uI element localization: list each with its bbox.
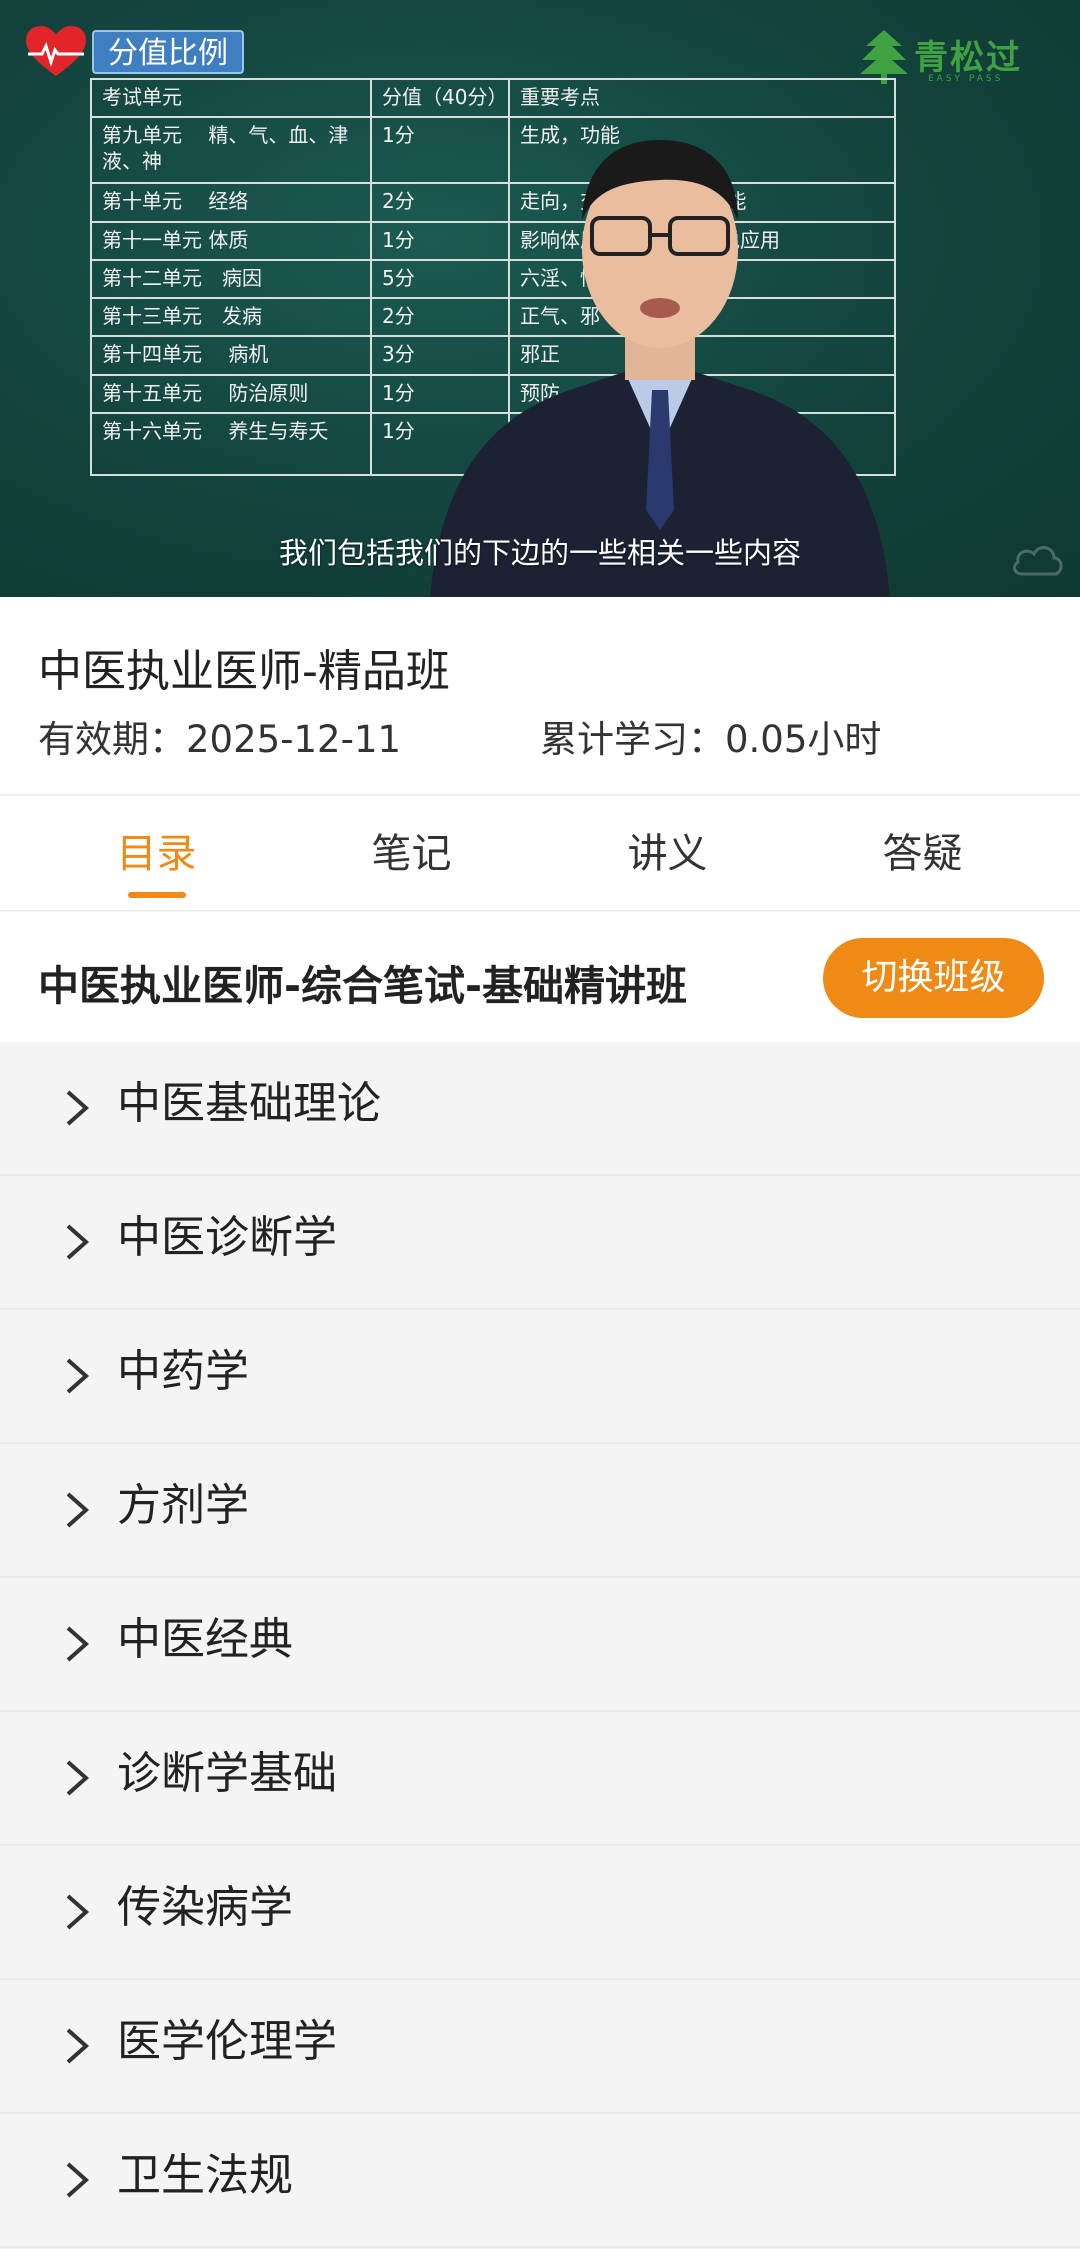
chevron-right-icon [66, 1358, 90, 1394]
table-cell: 第十三单元 发病 [90, 297, 372, 338]
table-cell: 第十六单元 养生与寿夭 [90, 412, 372, 476]
tab-label: 目录 [116, 831, 197, 877]
table-cell: 第十二单元 病因 [90, 258, 372, 300]
chevron-right-icon [66, 1626, 90, 1662]
table-cell: 第十五单元 防治原则 [90, 373, 372, 415]
chevron-right-icon [66, 1894, 90, 1930]
cloud-watermark-icon [1013, 546, 1063, 576]
video-subtitle: 我们包括我们的下边的一些相关一些内容 [278, 536, 801, 570]
chevron-right-icon [66, 1224, 90, 1260]
table-header-cell: 考试单元 [90, 77, 372, 119]
chevron-right-icon [66, 1090, 90, 1126]
chapter-item[interactable]: 医学伦理学 [0, 1980, 1080, 2114]
table-cell: 第十单元 经络 [90, 182, 372, 223]
heart-ecg-icon [26, 26, 86, 76]
chapter-item[interactable]: 传染病学 [0, 1846, 1080, 1980]
chapter-label: 中医基础理论 [117, 1078, 381, 1129]
class-header: 中医执业医师-综合笔试-基础精讲班 切换班级 [0, 912, 1080, 1042]
pine-tree-logo-icon [860, 30, 908, 84]
tab-label: 讲义 [627, 831, 708, 877]
tab-label: 笔记 [371, 831, 452, 877]
chevron-right-icon [66, 2162, 90, 2198]
chevron-right-icon [66, 1760, 90, 1796]
tab-label: 答疑 [882, 831, 963, 877]
presenter-figure [430, 140, 890, 597]
brand-name: 青松过 [914, 38, 1022, 78]
chapter-item[interactable]: 中药学 [0, 1310, 1080, 1444]
chapter-item[interactable]: 中医基础理论 [0, 1042, 1080, 1176]
chapter-item[interactable]: 卫生法规 [0, 2114, 1080, 2248]
brand-subtitle: EASY PASS [928, 74, 1004, 84]
chapter-label: 诊断学基础 [117, 1748, 337, 1799]
validity-date: 有效期：2025-12-11 [38, 718, 402, 761]
chevron-right-icon [66, 1492, 90, 1528]
table-cell: 第十一单元 体质 [90, 220, 372, 261]
tab-qa[interactable]: 答疑 [795, 796, 1050, 912]
active-tab-indicator [127, 892, 186, 898]
chapter-item[interactable]: 中医经典 [0, 1578, 1080, 1712]
chapter-item[interactable]: 诊断学基础 [0, 1712, 1080, 1846]
tab-bar: 目录 笔记 讲义 答疑 [0, 795, 1080, 911]
chapter-label: 中药学 [117, 1346, 249, 1397]
chapter-label: 卫生法规 [117, 2150, 293, 2201]
chapter-label: 传染病学 [117, 1882, 293, 1933]
tab-notes[interactable]: 笔记 [284, 796, 539, 912]
tab-handouts[interactable]: 讲义 [540, 796, 795, 912]
chapter-label: 中医经典 [117, 1614, 293, 1665]
video-player[interactable]: 分值比例 青松过 EASY PASS 考试单元 分值（40分） 重要考点 第九单… [0, 0, 1080, 597]
course-info: 中医执业医师-精品班 有效期：2025-12-11 累计学习：0.05小时 [0, 597, 1080, 793]
table-cell: 第九单元 精、气、血、津液、神 [90, 116, 372, 185]
chapter-item[interactable]: 方剂学 [0, 1444, 1080, 1578]
chapter-item[interactable]: 中医诊断学 [0, 1176, 1080, 1310]
score-ratio-tag: 分值比例 [92, 30, 244, 74]
table-cell: 第十四单元 病机 [90, 335, 372, 376]
chapter-list: 中医基础理论 中医诊断学 中药学 方剂学 中医经典 诊断学基础 传染病学 医学伦… [0, 1042, 1080, 2248]
switch-class-button[interactable]: 切换班级 [823, 938, 1044, 1018]
chapter-label: 医学伦理学 [117, 2016, 337, 2067]
class-name: 中医执业医师-综合笔试-基础精讲班 [38, 962, 688, 1010]
chapter-label: 方剂学 [117, 1480, 249, 1531]
chapter-label: 中医诊断学 [117, 1212, 337, 1263]
brand-logo: 青松过 EASY PASS [856, 26, 1046, 86]
tab-catalog[interactable]: 目录 [29, 796, 284, 912]
chevron-right-icon [66, 2028, 90, 2064]
study-duration: 累计学习：0.05小时 [540, 718, 882, 761]
course-title: 中医执业医师-精品班 [38, 646, 450, 697]
